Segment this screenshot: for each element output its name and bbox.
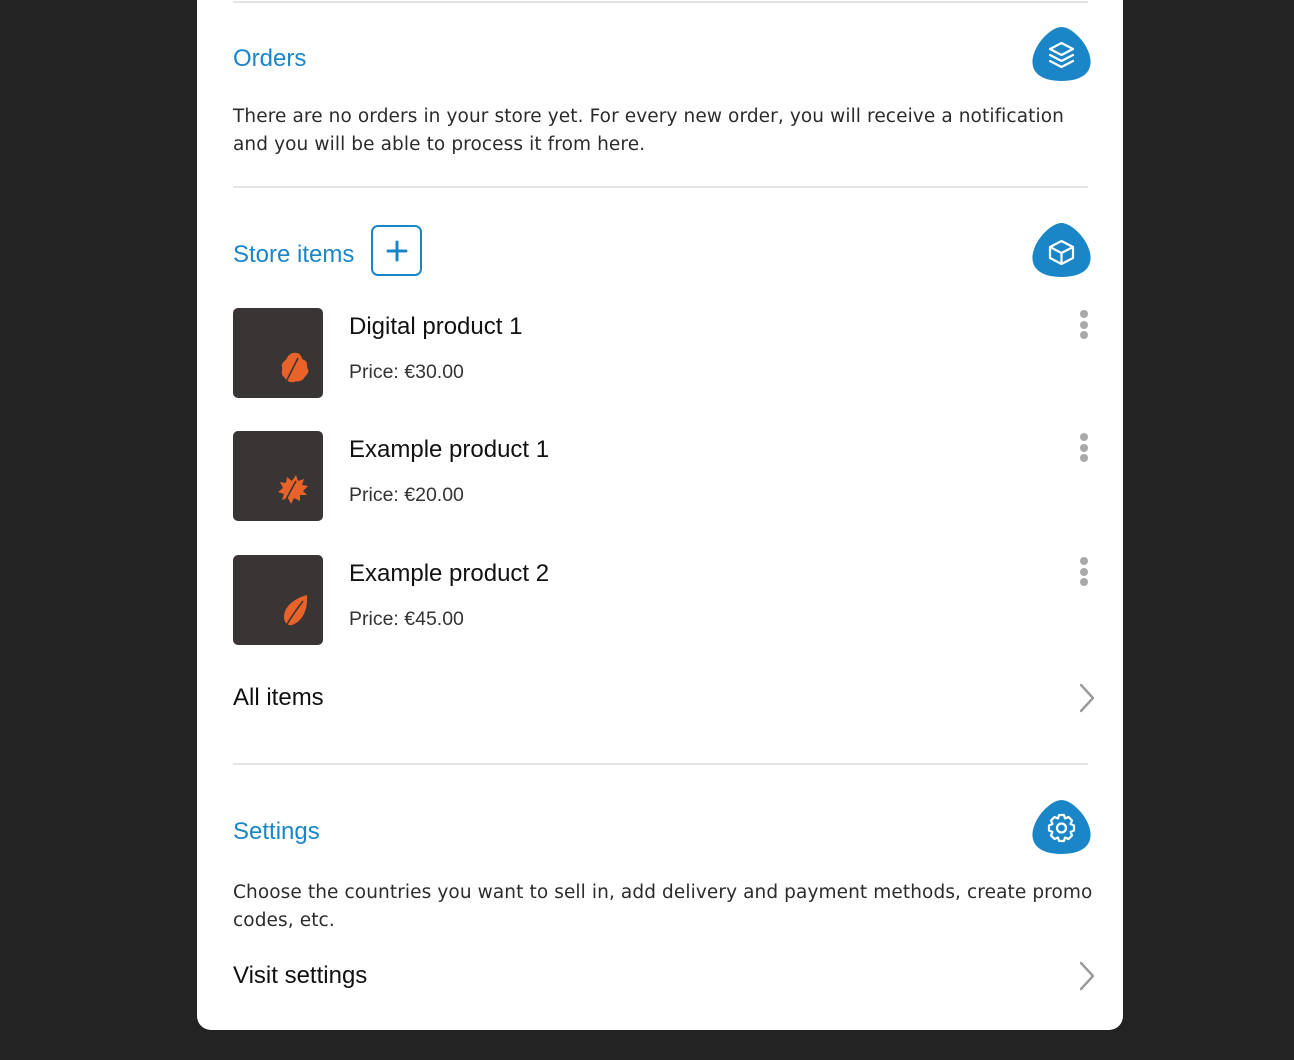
box-icon	[1032, 222, 1091, 277]
layers-icon	[1032, 26, 1091, 81]
plus-icon	[386, 240, 407, 261]
item-name: Example product 2	[349, 560, 550, 587]
orders-title: Orders	[233, 45, 307, 72]
orders-divider	[233, 186, 1088, 188]
more-options-icon[interactable]	[1078, 310, 1090, 344]
store-item-row[interactable]: Digital product 1 Price: €30.00	[233, 308, 1088, 398]
more-options-icon[interactable]	[1078, 557, 1090, 591]
store-item-row[interactable]: Example product 2 Price: €45.00	[233, 555, 1088, 645]
all-items-link[interactable]: All items	[233, 679, 1095, 719]
visit-settings-link[interactable]: Visit settings	[233, 957, 1095, 997]
add-item-button[interactable]	[371, 225, 422, 276]
chevron-right-icon	[1079, 683, 1095, 713]
product-thumbnail	[233, 431, 323, 521]
store-items-title: Store items	[233, 241, 355, 268]
more-options-icon[interactable]	[1078, 433, 1090, 467]
product-thumbnail	[233, 555, 323, 645]
item-name: Example product 1	[349, 436, 550, 463]
top-divider	[233, 1, 1088, 3]
leaf-icon	[284, 595, 308, 627]
maple-leaf-icon	[278, 475, 308, 508]
all-items-label: All items	[233, 684, 324, 711]
item-name: Digital product 1	[349, 313, 523, 340]
gear-icon	[1032, 799, 1091, 854]
product-thumbnail	[233, 308, 323, 398]
oak-leaf-icon	[280, 352, 309, 386]
store-dashboard-panel: Orders There are no orders in your store…	[197, 0, 1123, 1030]
item-price: Price: €30.00	[349, 361, 464, 383]
store-item-row[interactable]: Example product 1 Price: €20.00	[233, 431, 1088, 521]
visit-settings-label: Visit settings	[233, 962, 368, 989]
item-price: Price: €45.00	[349, 608, 464, 630]
items-divider	[233, 763, 1088, 765]
settings-description: Choose the countries you want to sell in…	[233, 882, 1093, 931]
orders-description: There are no orders in your store yet. F…	[233, 106, 1064, 155]
item-price: Price: €20.00	[349, 484, 464, 506]
settings-title: Settings	[233, 818, 320, 845]
chevron-right-icon	[1079, 961, 1095, 991]
